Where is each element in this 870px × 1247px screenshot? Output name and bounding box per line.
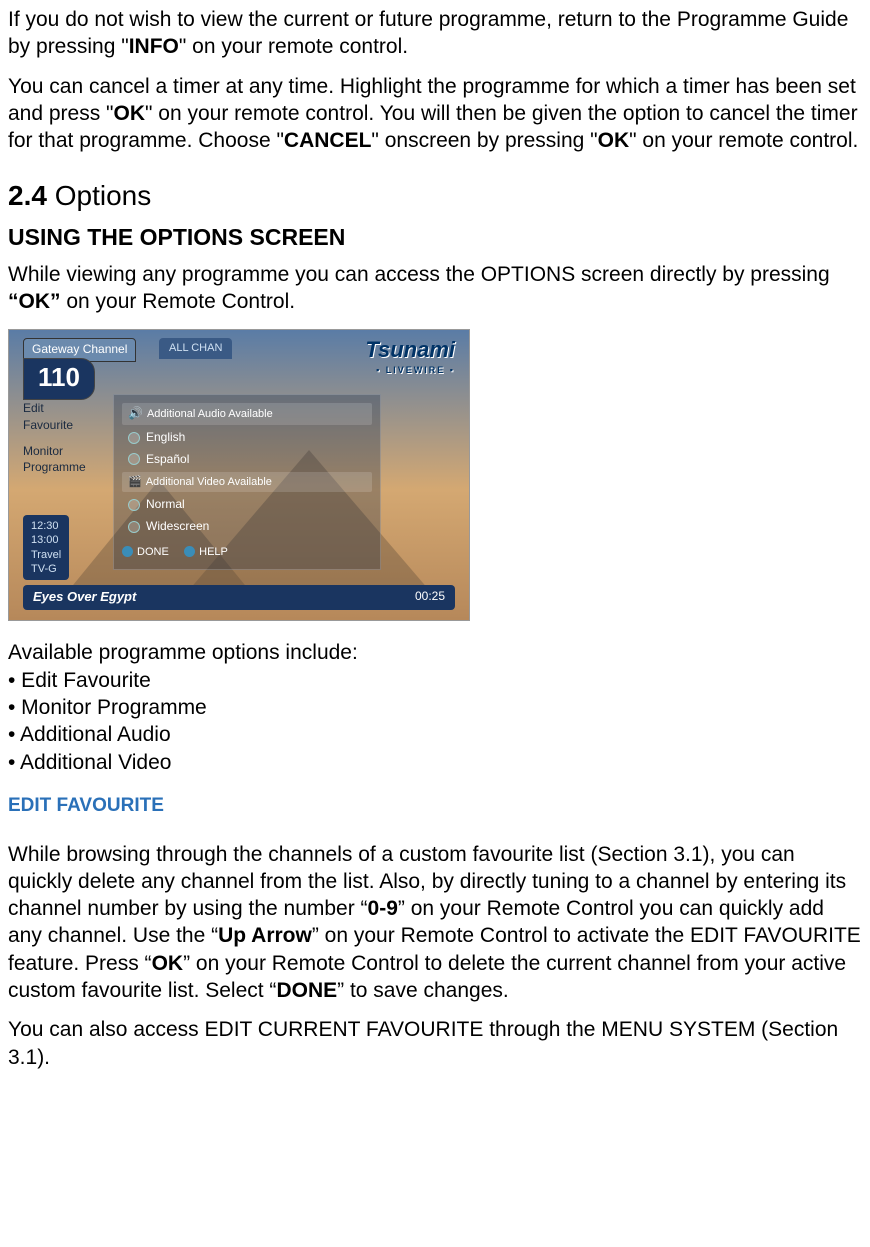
key-ok: “OK” — [8, 290, 61, 313]
panel-buttons: DONE HELP — [122, 544, 372, 560]
help-button: HELP — [184, 546, 228, 558]
video-option-widescreen: Widescreen — [122, 516, 372, 538]
duration: 00:25 — [415, 589, 445, 606]
paragraph-menu-access: You can also access EDIT CURRENT FAVOURI… — [8, 1016, 862, 1071]
text: Additional Video Available — [146, 476, 272, 488]
paragraph-info: If you do not wish to view the current o… — [8, 6, 862, 61]
key-ok: OK — [598, 129, 630, 152]
side-options: Edit Favourite Monitor Programme — [23, 400, 86, 485]
key-done: DONE — [276, 979, 337, 1002]
audio-option-espanol: Español — [122, 449, 372, 471]
audio-option-english: English — [122, 427, 372, 449]
paragraph-options-intro: While viewing any programme you can acce… — [8, 261, 862, 316]
genre: Travel — [31, 548, 61, 562]
logo-text: Tsunami — [365, 337, 455, 362]
time-info-box: 12:30 13:00 Travel TV-G — [23, 515, 69, 580]
key-up-arrow: Up Arrow — [218, 924, 312, 947]
side-edit-favourite: Edit Favourite — [23, 400, 86, 432]
text: While viewing any programme you can acce… — [8, 263, 830, 286]
section-title: Options — [47, 180, 151, 211]
paragraph-edit-favourite: While browsing through the channels of a… — [8, 841, 862, 1005]
rating: TV-G — [31, 562, 61, 576]
key-cancel: CANCEL — [284, 129, 372, 152]
video-option-normal: Normal — [122, 494, 372, 516]
done-button: DONE — [122, 546, 169, 558]
text: " onscreen by pressing " — [371, 129, 597, 152]
channel-number: 110 — [23, 358, 95, 400]
options-panel: Additional Audio Available English Españ… — [113, 394, 381, 570]
programme-title: Eyes Over Egypt — [33, 589, 136, 606]
logo-subtext: ▪ LIVEWIRE ▪ — [365, 365, 455, 377]
bottom-bar: Eyes Over Egypt 00:25 — [23, 585, 455, 610]
text: ” to save changes. — [337, 979, 509, 1002]
bullet-additional-audio: • Additional Audio — [8, 721, 862, 748]
text: Additional Audio Available — [147, 408, 273, 420]
text: " on your remote control. — [629, 129, 858, 152]
video-group-header: Additional Video Available — [122, 472, 372, 492]
end-time: 13:00 — [31, 533, 61, 547]
section-heading: 2.4 Options — [8, 178, 862, 214]
edit-favourite-heading: EDIT FAVOURITE — [8, 794, 862, 819]
paragraph-cancel-timer: You can cancel a timer at any time. High… — [8, 73, 862, 155]
bullet-additional-video: • Additional Video — [8, 749, 862, 776]
text: " on your remote control. — [179, 35, 408, 58]
all-channels-tab: ALL CHAN — [159, 338, 232, 358]
section-number: 2.4 — [8, 180, 47, 211]
side-monitor-programme: Monitor Programme — [23, 443, 86, 475]
key-info: INFO — [129, 35, 179, 58]
bullet-monitor-programme: • Monitor Programme — [8, 694, 862, 721]
subsection-heading: USING THE OPTIONS SCREEN — [8, 223, 862, 253]
tsunami-logo: Tsunami ▪ LIVEWIRE ▪ — [365, 336, 455, 376]
key-0-9: 0-9 — [368, 897, 398, 920]
key-ok: OK — [152, 952, 184, 975]
options-screenshot: Gateway Channel ALL CHAN 110 Tsunami ▪ L… — [8, 329, 470, 621]
text: on your Remote Control. — [61, 290, 296, 313]
available-options-intro: Available programme options include: — [8, 639, 862, 666]
audio-group-header: Additional Audio Available — [122, 403, 372, 425]
start-time: 12:30 — [31, 519, 61, 533]
bullet-edit-favourite: • Edit Favourite — [8, 667, 862, 694]
key-ok: OK — [114, 102, 146, 125]
